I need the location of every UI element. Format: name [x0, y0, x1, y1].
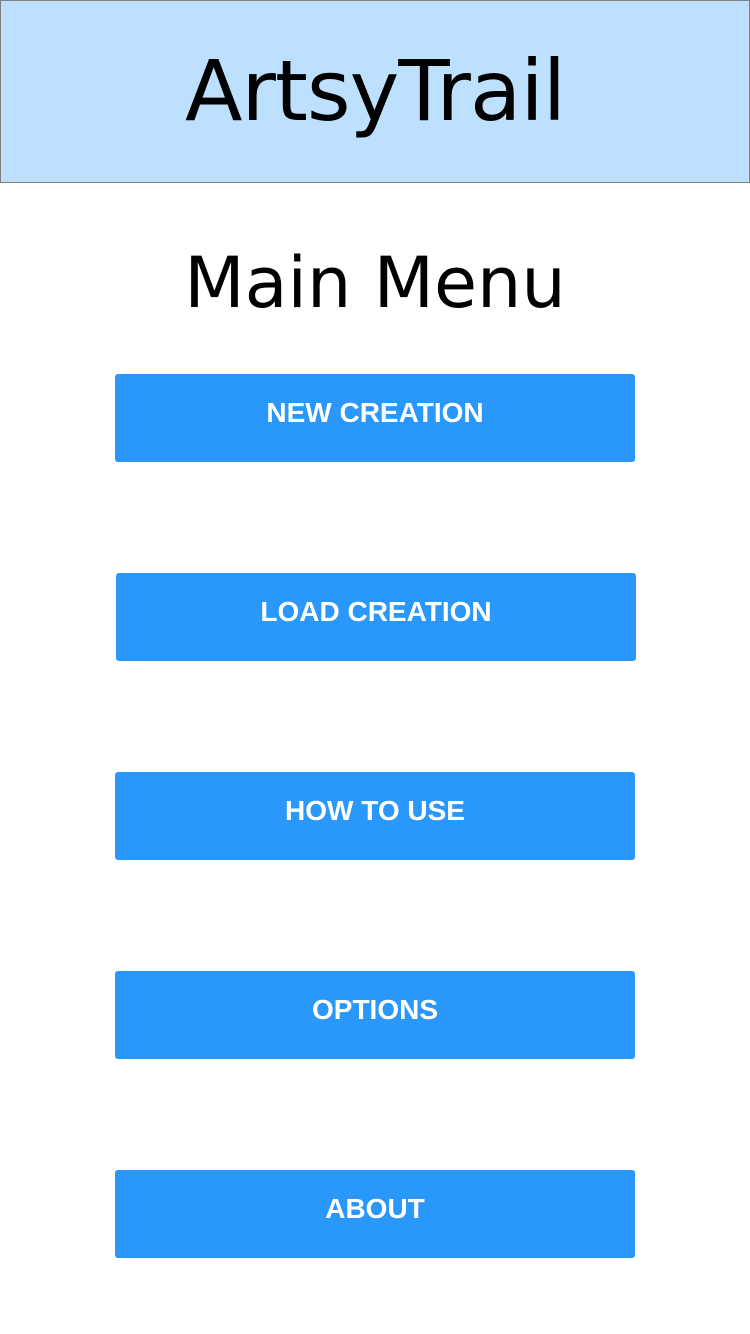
- page-title: Main Menu: [184, 242, 566, 324]
- new-creation-button[interactable]: NEW CREATION: [115, 374, 635, 462]
- how-to-use-button[interactable]: HOW TO USE: [115, 772, 635, 860]
- about-button[interactable]: ABOUT: [115, 1170, 635, 1258]
- app-title: ArtsyTrail: [184, 42, 566, 140]
- load-creation-button[interactable]: LOAD CREATION: [116, 573, 636, 661]
- options-button[interactable]: OPTIONS: [115, 971, 635, 1059]
